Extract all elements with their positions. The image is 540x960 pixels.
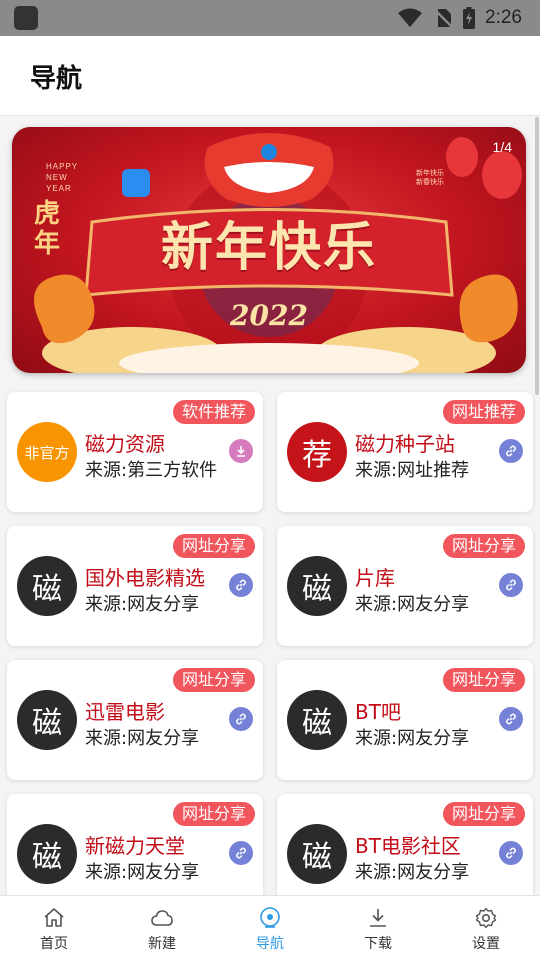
link-icon[interactable] [499, 707, 523, 731]
card-title: BT吧 [355, 700, 401, 724]
card-title: 磁力种子站 [355, 432, 455, 456]
app-bar: 导航 [0, 36, 540, 116]
site-card[interactable]: 网址分享磁国外电影精选 来源:网友分享 [7, 526, 263, 646]
banner-pager: 1/4 [492, 139, 512, 155]
card-badge: 网址分享 [172, 668, 255, 692]
card-title: 新磁力天堂 [85, 834, 185, 858]
page-title: 导航 [30, 64, 83, 94]
card-title: 片库 [355, 566, 395, 590]
compass-icon [260, 907, 280, 928]
banner-vertical-text: 新年快乐 新春快乐 [416, 169, 444, 186]
banner-year: 2022 [230, 299, 308, 332]
card-title: 迅雷电影 [85, 700, 165, 724]
site-logo-icon: 非官方 [17, 422, 77, 482]
status-bar: 2:26 [0, 0, 540, 36]
main-content[interactable]: HAPPY NEW YEAR 新年快乐 新春快乐 虎年 新年快乐 2022 1/… [0, 117, 540, 895]
card-badge: 网址分享 [442, 668, 525, 692]
link-icon[interactable] [499, 841, 523, 865]
site-logo-icon: 磁 [287, 824, 347, 884]
site-card[interactable]: 网址分享磁迅雷电影来源:网友分享 [7, 660, 263, 780]
nav-item[interactable]: 新建 [108, 896, 216, 960]
nav-item[interactable]: 设置 [432, 896, 540, 960]
link-icon[interactable] [229, 707, 253, 731]
card-source: 来源:网址推荐 [355, 460, 470, 481]
link-icon[interactable] [499, 573, 523, 597]
site-card[interactable]: 网址分享磁新磁力天堂来源:网友分享 [7, 794, 263, 895]
no-sim-icon [434, 9, 453, 28]
card-source: 来源:第三方软件 [85, 460, 218, 481]
card-source: 来源:网友分享 [355, 862, 470, 883]
card-title: BT电影社区 [355, 834, 461, 858]
card-badge: 网址分享 [172, 534, 255, 558]
nav-label: 设置 [472, 936, 500, 952]
site-card[interactable]: 网址分享磁 BT吧来源:网友分享 [277, 660, 533, 780]
card-source: 来源:网友分享 [85, 728, 200, 749]
link-icon[interactable] [229, 841, 253, 865]
cloud-icon [151, 910, 173, 926]
card-badge: 网址推荐 [442, 400, 525, 424]
download-icon[interactable] [229, 439, 253, 463]
site-card[interactable]: 软件推荐非官方 磁力资源来源:第三方软件 [7, 392, 263, 512]
card-badge: 网址分享 [442, 534, 525, 558]
banner-small-text: HAPPY NEW YEAR [46, 162, 78, 193]
site-logo-icon: 磁 [17, 556, 77, 616]
site-card[interactable]: 网址分享磁片库来源:网友分享 [277, 526, 533, 646]
card-badge: 软件推荐 [172, 400, 255, 424]
link-icon[interactable] [229, 573, 253, 597]
nav-label: 首页 [40, 936, 68, 952]
wifi-icon [398, 8, 423, 27]
app-notification-icon [14, 6, 38, 30]
card-source: 来源:网友分享 [355, 594, 470, 615]
site-logo-icon: 磁 [17, 824, 77, 884]
card-badge: 网址分享 [442, 802, 525, 826]
nav-item[interactable]: 首页 [0, 896, 108, 960]
battery-icon [463, 7, 476, 29]
card-title: 国外电影精选 [85, 566, 205, 590]
site-card[interactable]: 网址推荐荐磁力种子站来源:网址推荐 [277, 392, 533, 512]
card-source: 来源:网友分享 [355, 728, 470, 749]
site-card[interactable]: 网址分享磁 BT电影社区 来源:网友分享 [277, 794, 533, 895]
card-badge: 网址分享 [172, 802, 255, 826]
download-icon [370, 909, 386, 927]
link-icon[interactable] [499, 439, 523, 463]
nav-label: 新建 [148, 936, 176, 952]
card-source: 来源:网友分享 [85, 594, 200, 615]
clock: 2:26 [485, 7, 522, 28]
nav-label: 导航 [256, 936, 284, 952]
status-icons: 2:26 [397, 0, 522, 36]
gear-icon [475, 907, 497, 929]
nav-label: 下载 [364, 936, 392, 952]
bottom-navigation: 首页 新建 导航 下载 设置 [0, 895, 540, 960]
site-logo-icon: 磁 [287, 690, 347, 750]
home-icon [44, 908, 64, 927]
card-source: 来源:网友分享 [85, 862, 200, 883]
site-logo-icon: 磁 [17, 690, 77, 750]
banner-carousel[interactable]: HAPPY NEW YEAR 新年快乐 新春快乐 虎年 新年快乐 2022 1/… [12, 127, 526, 373]
card-title: 磁力资源 [85, 432, 165, 456]
nav-item[interactable]: 导航 [216, 896, 324, 960]
banner-greeting: 新年快乐 [160, 217, 377, 278]
scrollbar[interactable] [535, 117, 539, 395]
site-logo-icon: 磁 [287, 556, 347, 616]
nav-item[interactable]: 下载 [324, 896, 432, 960]
cloud-app-icon [122, 169, 150, 197]
site-logo-icon: 荐 [287, 422, 347, 482]
